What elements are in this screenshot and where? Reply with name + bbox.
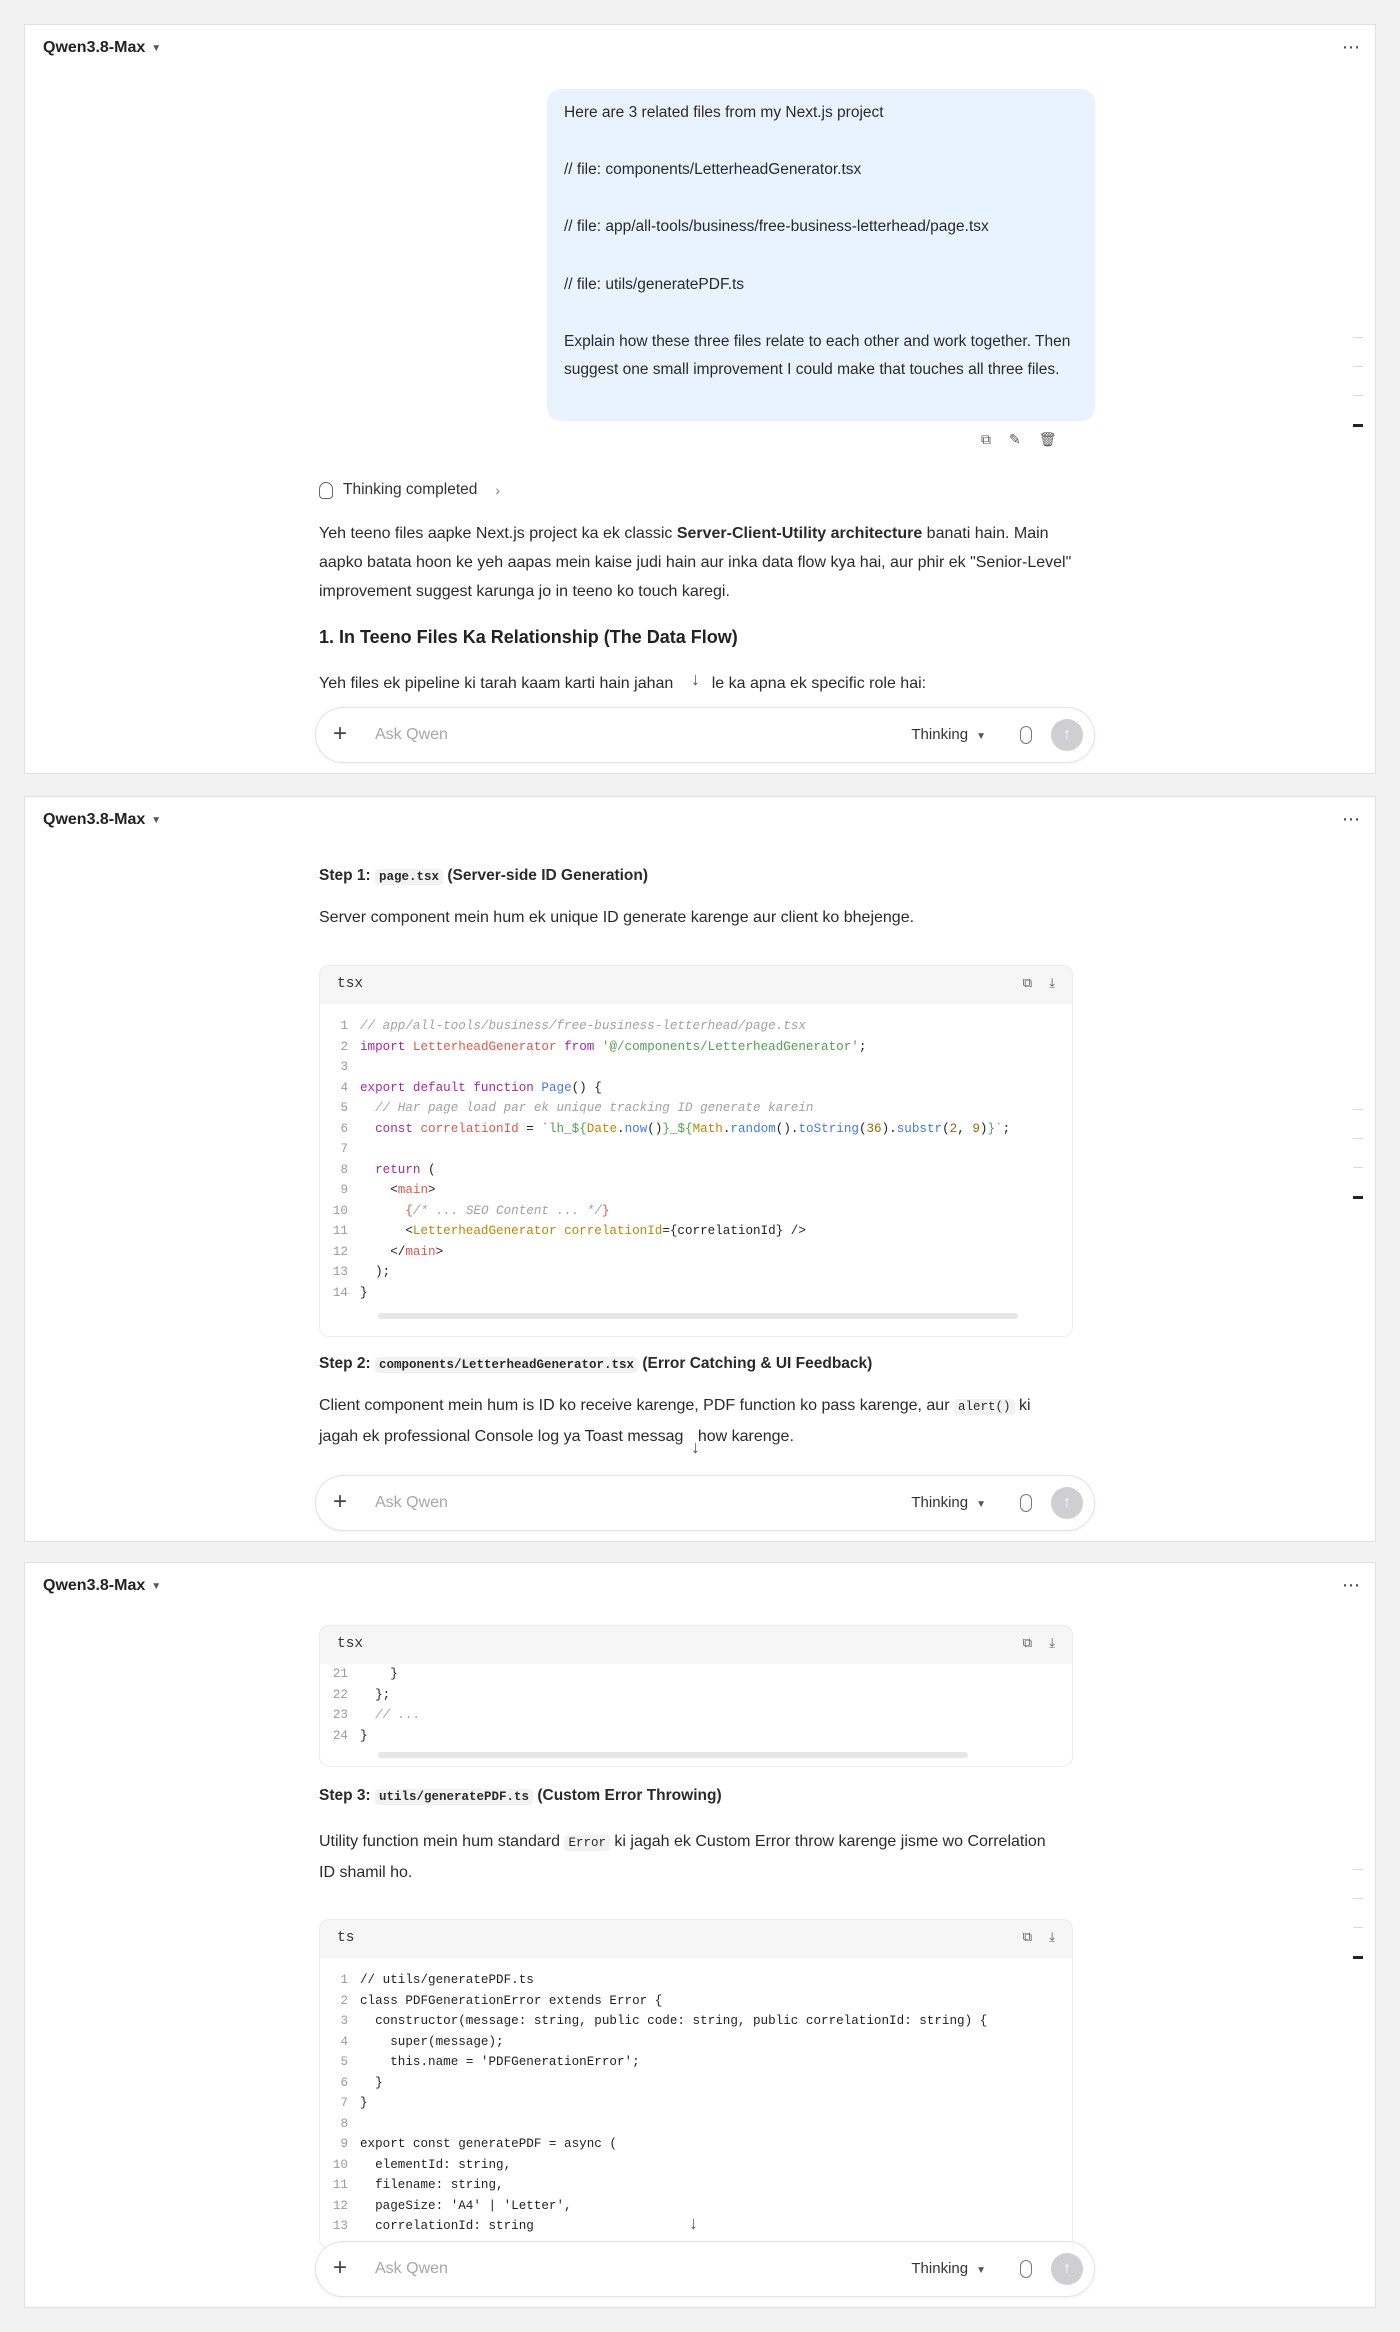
- copy-icon[interactable]: ⧉: [1023, 1635, 1032, 1651]
- edit-icon[interactable]: ✎: [1009, 431, 1021, 448]
- model-selector[interactable]: Qwen3.8-Max ▼: [43, 39, 161, 57]
- microphone-icon[interactable]: [1020, 726, 1032, 744]
- user-message-line: // file: components/LetterheadGenerator.…: [564, 161, 862, 179]
- code-block: ts ⧉ ⤓ 1// utils/generatePDF.ts 2 class P…: [319, 1919, 1073, 2249]
- code-language: ts: [337, 1930, 355, 1946]
- download-icon[interactable]: ⤓: [1049, 1635, 1055, 1651]
- chat-input[interactable]: Ask Qwen: [375, 2260, 448, 2278]
- send-button[interactable]: ↑: [1051, 1487, 1083, 1519]
- chevron-down-icon: ▼: [151, 1580, 162, 1592]
- copy-icon[interactable]: ⧉: [981, 431, 991, 448]
- chevron-down-icon: ▼: [151, 814, 162, 826]
- code-content[interactable]: 1// app/all-tools/business/free-business…: [320, 1004, 1072, 1303]
- user-message-bubble: Here are 3 related files from my Next.js…: [547, 89, 1095, 421]
- copy-icon[interactable]: ⧉: [1023, 975, 1032, 991]
- answer-intro: Yeh teeno files aapke Next.js project ka…: [319, 525, 1072, 600]
- user-message-line: // file: app/all-tools/business/free-bus…: [564, 218, 989, 236]
- thinking-toggle[interactable]: Thinking completed ›: [319, 481, 500, 499]
- message-actions: ⧉ ✎ 🗑: [981, 431, 1057, 448]
- microphone-icon[interactable]: [1020, 1494, 1032, 1512]
- more-options-icon[interactable]: ⋯: [1342, 809, 1361, 830]
- scroll-rail[interactable]: [1353, 337, 1363, 455]
- user-message-line: Explain how these three files relate to …: [564, 332, 1071, 379]
- chat-input-bar: + Ask Qwen Thinking ▼ ↑: [315, 1475, 1095, 1531]
- microphone-icon[interactable]: [1020, 2260, 1032, 2278]
- delete-icon[interactable]: 🗑: [1039, 431, 1057, 448]
- mode-selector[interactable]: Thinking ▼: [911, 2260, 986, 2277]
- lightbulb-icon: [319, 481, 333, 499]
- attach-plus-icon[interactable]: +: [333, 720, 347, 748]
- thinking-label: Thinking completed: [343, 481, 478, 498]
- send-button[interactable]: ↑: [1051, 719, 1083, 751]
- chevron-right-icon: ›: [495, 482, 501, 498]
- model-selector[interactable]: Qwen3.8-Max ▼: [43, 1577, 161, 1595]
- chat-panel-3: Qwen3.8-Max ▼ ⋯ tsx ⧉ ⤓ 21 } 22 }; 23 //…: [24, 1562, 1376, 2308]
- user-message-line: // file: utils/generatePDF.ts: [564, 275, 745, 293]
- step2-heading: Step 2: components/LetterheadGenerator.t…: [319, 1355, 873, 1373]
- chat-input-bar: + Ask Qwen Thinking ▼ ↑: [315, 707, 1095, 763]
- model-name: Qwen3.8-Max: [43, 39, 146, 56]
- step1-heading: Step 1: page.tsx (Server-side ID Generat…: [319, 867, 649, 885]
- chat-input[interactable]: Ask Qwen: [375, 726, 448, 744]
- code-block: tsx ⧉ ⤓ 21 } 22 }; 23 // ... 24}: [319, 1625, 1073, 1767]
- more-options-icon[interactable]: ⋯: [1342, 37, 1361, 58]
- more-options-icon[interactable]: ⋯: [1342, 1575, 1361, 1596]
- code-block: tsx ⧉ ⤓ 1// app/all-tools/business/free-…: [319, 965, 1073, 1337]
- attach-plus-icon[interactable]: +: [333, 1488, 347, 1516]
- model-name: Qwen3.8-Max: [43, 811, 146, 828]
- section-heading: 1. In Teeno Files Ka Relationship (The D…: [319, 627, 738, 647]
- model-selector[interactable]: Qwen3.8-Max ▼: [43, 811, 161, 829]
- chat-input-bar: + Ask Qwen Thinking ▼ ↑: [315, 2241, 1095, 2297]
- download-icon[interactable]: ⤓: [1049, 1929, 1055, 1945]
- chevron-down-icon: ▼: [151, 42, 162, 54]
- scroll-rail[interactable]: [1353, 1109, 1363, 1227]
- scroll-rail[interactable]: [1353, 1869, 1363, 1987]
- mode-selector[interactable]: Thinking ▼: [911, 1494, 986, 1511]
- send-button[interactable]: ↑: [1051, 2253, 1083, 2285]
- scroll-down-icon[interactable]: ↓: [691, 1437, 700, 1458]
- step1-description: Server component mein hum ek unique ID g…: [319, 909, 915, 926]
- scroll-down-icon[interactable]: ↓: [691, 669, 700, 690]
- horizontal-scrollbar[interactable]: [378, 1313, 1018, 1319]
- chat-panel-2: Qwen3.8-Max ▼ ⋯ Step 1: page.tsx (Server…: [24, 796, 1376, 1542]
- user-message-line: Here are 3 related files from my Next.js…: [564, 104, 884, 121]
- chat-panel-1: Qwen3.8-Max ▼ ⋯ Here are 3 related files…: [24, 24, 1376, 774]
- code-language: tsx: [337, 976, 364, 992]
- step3-description: Utility function mein hum standard Error…: [319, 1833, 1046, 1881]
- step3-heading: Step 3: utils/generatePDF.ts (Custom Err…: [319, 1787, 722, 1805]
- code-language: tsx: [337, 1636, 364, 1652]
- code-content[interactable]: 21 } 22 }; 23 // ... 24}: [320, 1664, 1072, 1746]
- model-name: Qwen3.8-Max: [43, 1577, 146, 1594]
- mode-selector[interactable]: Thinking ▼: [911, 726, 986, 743]
- download-icon[interactable]: ⤓: [1049, 975, 1055, 991]
- attach-plus-icon[interactable]: +: [333, 2254, 347, 2282]
- horizontal-scrollbar[interactable]: [378, 1752, 968, 1758]
- chat-input[interactable]: Ask Qwen: [375, 1494, 448, 1512]
- copy-icon[interactable]: ⧉: [1023, 1929, 1032, 1945]
- scroll-down-icon[interactable]: ↓: [689, 2213, 698, 2234]
- code-content[interactable]: 1// utils/generatePDF.ts 2 class PDFGener…: [320, 1958, 1072, 2237]
